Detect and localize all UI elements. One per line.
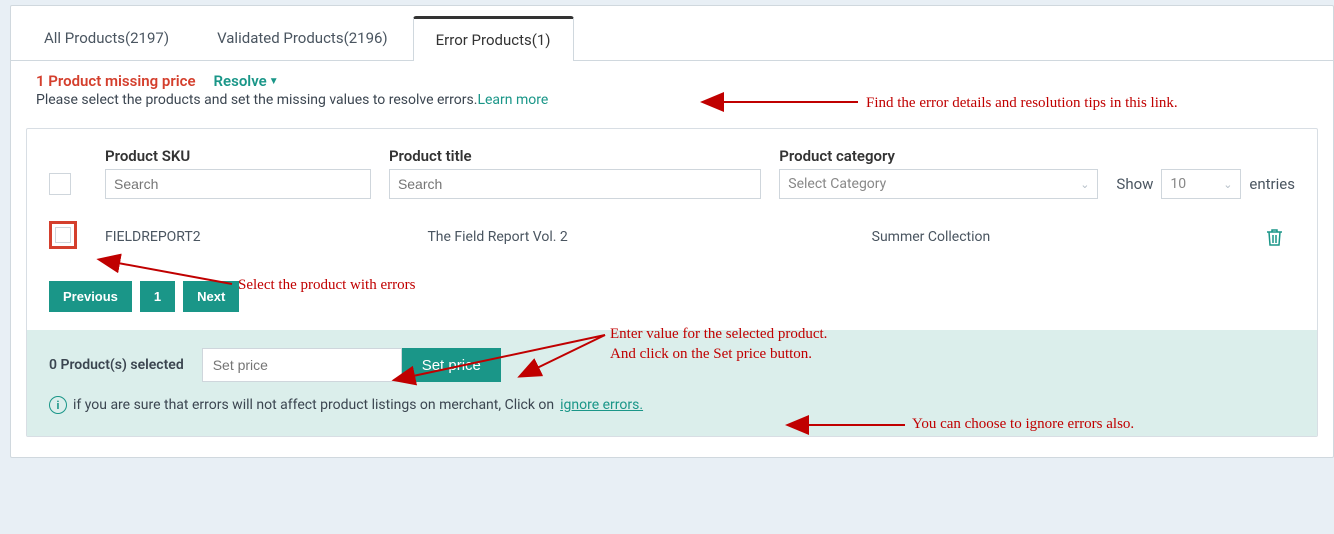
tab-all-products[interactable]: All Products(2197) xyxy=(21,16,192,60)
pagination: Previous 1 Next xyxy=(49,271,1295,330)
cell-category: Summer Collection xyxy=(872,229,1237,245)
error-summary: 1 Product missing price xyxy=(36,72,196,90)
select-all-checkbox[interactable] xyxy=(49,173,71,195)
resolve-label: Resolve xyxy=(214,72,267,90)
sku-column-header: Product SKU xyxy=(105,147,371,165)
sku-search-input[interactable] xyxy=(105,169,371,199)
table-row: FIELDREPORT2 The Field Report Vol. 2 Sum… xyxy=(49,211,1295,271)
chevron-down-icon: ⌄ xyxy=(1223,178,1232,191)
cell-sku: FIELDREPORT2 xyxy=(105,229,409,245)
error-products-table-panel: Product SKU Product title Product catego… xyxy=(26,128,1318,437)
prev-page-button[interactable]: Previous xyxy=(49,281,132,312)
entries-label: entries xyxy=(1249,175,1295,193)
category-select[interactable]: Select Category ⌄ xyxy=(779,169,1098,199)
filter-row: Product SKU Product title Product catego… xyxy=(49,147,1295,199)
tab-error-products[interactable]: Error Products(1) xyxy=(413,16,574,61)
page-size-select[interactable]: 10 ⌄ xyxy=(1161,169,1241,199)
chevron-down-icon: ⌄ xyxy=(1080,178,1089,191)
ignore-instructions: if you are sure that errors will not aff… xyxy=(73,397,554,413)
title-column-header: Product title xyxy=(389,147,761,165)
category-column-header: Product category xyxy=(779,147,1098,165)
trash-icon xyxy=(1266,228,1283,247)
info-icon: i xyxy=(49,396,67,414)
set-price-button[interactable]: Set price xyxy=(402,348,501,382)
cell-title: The Field Report Vol. 2 xyxy=(427,229,853,245)
row-checkbox[interactable] xyxy=(49,221,77,249)
page-1-button[interactable]: 1 xyxy=(140,281,175,312)
banner-instructions: Please select the products and set the m… xyxy=(36,92,1318,108)
ignore-errors-link[interactable]: ignore errors. xyxy=(560,397,643,413)
bulk-action-panel: 0 Product(s) selected Set price i if you… xyxy=(27,330,1317,436)
resolve-dropdown[interactable]: Resolve ▼ xyxy=(214,72,279,90)
learn-more-link[interactable]: Learn more xyxy=(477,92,548,108)
caret-down-icon: ▼ xyxy=(269,76,279,87)
tab-bar: All Products(2197) Validated Products(21… xyxy=(11,16,1333,61)
tab-validated-products[interactable]: Validated Products(2196) xyxy=(194,16,411,60)
set-price-input[interactable] xyxy=(202,348,402,382)
selection-count: 0 Product(s) selected xyxy=(49,357,184,373)
products-panel: All Products(2197) Validated Products(21… xyxy=(10,5,1334,458)
page-size-value: 10 xyxy=(1170,176,1186,192)
category-select-placeholder: Select Category xyxy=(788,176,886,192)
title-search-input[interactable] xyxy=(389,169,761,199)
next-page-button[interactable]: Next xyxy=(183,281,239,312)
show-label: Show xyxy=(1116,175,1153,193)
delete-row-button[interactable] xyxy=(1255,228,1295,247)
error-banner: 1 Product missing price Resolve ▼ Please… xyxy=(36,71,1318,108)
